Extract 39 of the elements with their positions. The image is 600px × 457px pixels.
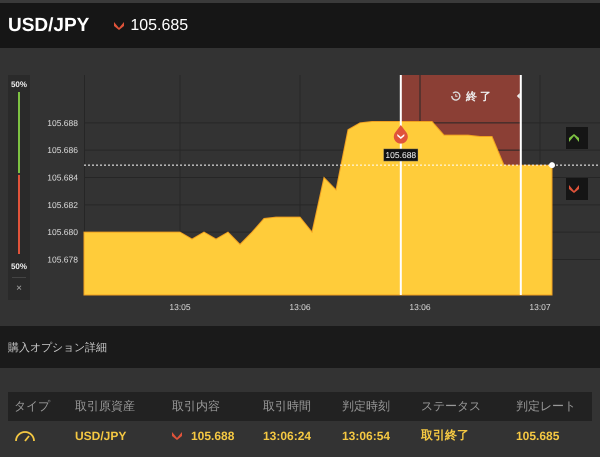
down-chevron-icon [569,185,579,193]
entry-price-label: 105.688 [384,148,418,162]
axis-label: 105.686 [47,145,78,156]
gauge-icon [14,428,36,442]
table-cell: USD/JPY [75,428,126,442]
percent-label: 50% [10,80,27,89]
axis-label: 13:07 [529,302,551,312]
put-button[interactable] [566,178,588,200]
axis-label: 13:05 [169,302,191,312]
axis-label: 13:06 [289,302,311,312]
axis-label: 13:06 [409,302,431,312]
column-header: 取引内容 [171,398,221,415]
column-header: 判定レート [515,398,577,415]
section-title: 購入オプション詳細 [8,340,107,354]
table-cell: 105.685 [516,428,560,442]
expiry-status: 終了 [466,91,494,103]
axis-label: 105.684 [47,172,78,182]
table-cell: 取引終了 [421,427,469,444]
axis-label: 105.678 [47,254,78,264]
history-icon [451,91,460,101]
close-button[interactable]: × [13,281,25,296]
call-button[interactable] [566,127,588,149]
current-price: 105.685 [130,16,188,34]
column-header: タイプ [13,398,52,415]
table-cell: 13:06:24 [263,428,312,442]
column-header: 取引原資産 [74,398,136,415]
column-header: 判定時刻 [341,398,391,415]
pointer-icon [516,93,520,99]
column-header: ステータス [420,398,482,415]
percent-label: 50% [10,262,27,271]
currency-pair: USD/JPY [8,14,90,36]
pin-icon [394,125,408,144]
column-header: 取引時間 [262,398,312,415]
axis-label: 105.680 [47,227,78,238]
axis-label: 105.688 [47,118,78,128]
axis-label: 105.682 [47,200,78,210]
up-chevron-icon [569,134,579,142]
table-cell: 105.688 [191,428,234,442]
table-cell: 13:06:54 [342,428,390,442]
